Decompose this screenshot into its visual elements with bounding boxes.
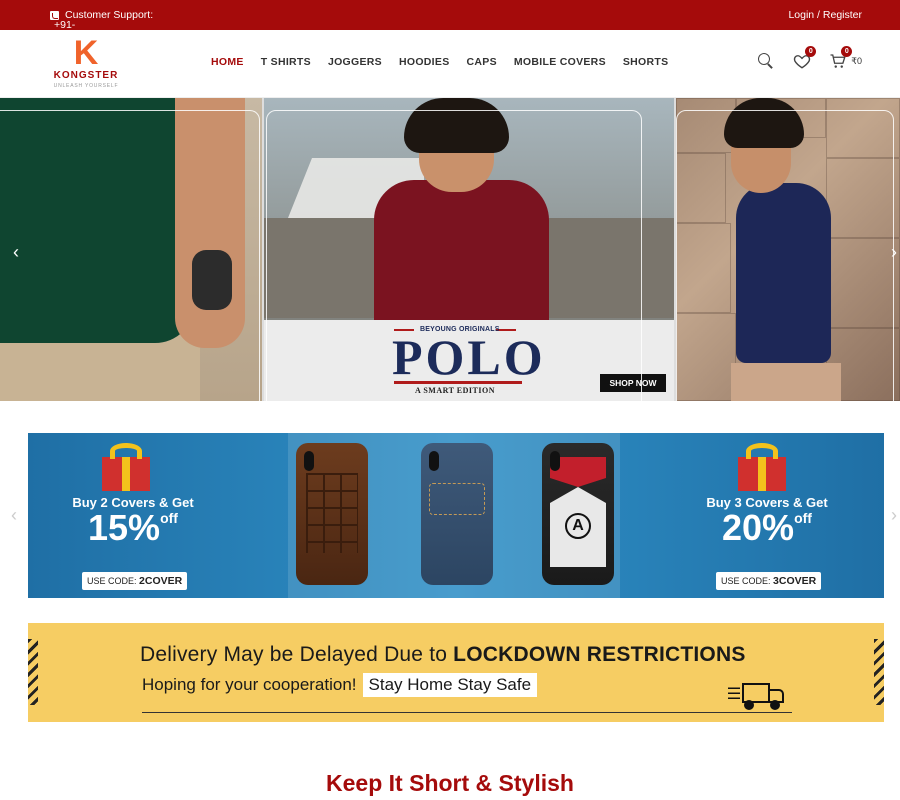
coupon-code: 2COVER <box>139 575 183 587</box>
hero-prev-arrow[interactable]: ‹ <box>8 240 24 264</box>
mobile-covers-offer-banner[interactable]: Buy 2 Covers & Get 15%off USE CODE: 2COV… <box>28 433 884 598</box>
offer-left-code: USE CODE: 2COVER <box>82 572 188 590</box>
delivery-headline: Delivery May be Delayed Due to LOCKDOWN … <box>140 643 746 667</box>
nav-item-mobile-covers[interactable]: MOBILE COVERS <box>514 56 606 68</box>
nav-item-caps[interactable]: CAPS <box>467 56 497 68</box>
offer-left-percent: 15% <box>88 507 161 548</box>
hero-image-green-shirt <box>0 98 262 401</box>
shop-now-button[interactable]: SHOP NOW <box>600 374 666 392</box>
login-register-link[interactable]: Login / Register <box>788 9 862 21</box>
covers-prev-arrow[interactable]: ‹ <box>6 503 22 527</box>
hero-next-arrow[interactable]: › <box>886 240 900 264</box>
top-bar: Customer Support: +91- 9876543210 Login … <box>0 0 900 43</box>
hazard-stripes <box>28 639 38 705</box>
wishlist-icon[interactable]: 0 <box>793 46 817 70</box>
wishlist-count-badge: 0 <box>805 46 817 57</box>
customer-support: Customer Support: +91- 9876543210 <box>50 9 153 43</box>
brand-logo[interactable]: K KONGSTER UNLEASH YOURSELF <box>50 36 122 92</box>
coupon-code: 3COVER <box>773 575 817 587</box>
hero-image-navy-shirt <box>676 98 900 401</box>
delivery-headline-bold: LOCKDOWN RESTRICTIONS <box>453 643 746 666</box>
hazard-stripes <box>874 639 884 705</box>
gift-box-icon <box>98 443 154 491</box>
code-label: USE CODE: <box>87 576 137 586</box>
offer-left: Buy 2 Covers & Get 15%off <box>58 495 208 546</box>
main-nav: HOME T SHIRTS JOGGERS HOODIES CAPS MOBIL… <box>211 56 668 68</box>
delivery-truck-icon <box>728 679 790 713</box>
covers-next-arrow[interactable]: › <box>886 503 900 527</box>
site-header: K KONGSTER UNLEASH YOURSELF HOME T SHIRT… <box>0 30 900 98</box>
brand-tagline: UNLEASH YOURSELF <box>53 83 119 89</box>
nav-item-joggers[interactable]: JOGGERS <box>328 56 382 68</box>
delivery-notice-banner: Delivery May be Delayed Due to LOCKDOWN … <box>28 623 884 722</box>
phone-cover-chocolate <box>296 443 368 585</box>
delivery-headline-start: Delivery May be Delayed Due to <box>140 643 454 666</box>
phone-cover-avengers: A <box>542 443 614 585</box>
nav-item-shorts[interactable]: SHORTS <box>623 56 669 68</box>
offer-right: Buy 3 Covers & Get 20%off <box>692 495 842 546</box>
offer-left-off: off <box>160 510 178 526</box>
nav-item-t-shirts[interactable]: T SHIRTS <box>261 56 311 68</box>
phone-cover-denim <box>421 443 493 585</box>
brand-name: KONGSTER <box>53 70 119 81</box>
logo-letter: K <box>73 34 99 72</box>
gift-box-icon <box>734 443 790 491</box>
search-icon[interactable] <box>757 52 775 70</box>
offer-right-percent: 20% <box>722 507 795 548</box>
hero-subline: A SMART EDITION <box>415 386 495 395</box>
header-actions: 0 0 ₹0 <box>757 46 862 70</box>
delivery-subline: Hoping for your cooperation! Stay Home S… <box>142 673 538 697</box>
cart-total[interactable]: ₹0 <box>851 56 862 67</box>
offer-right-off: off <box>794 510 812 526</box>
stay-home-highlight: Stay Home Stay Safe <box>362 673 538 697</box>
hero-slider[interactable]: BEYOUNG ORIGINALS POLO A SMART EDITION S… <box>0 98 900 401</box>
nav-item-home[interactable]: HOME <box>211 56 244 68</box>
hero-headline: POLO <box>392 329 546 385</box>
nav-item-hoodies[interactable]: HOODIES <box>399 56 450 68</box>
section-title: Keep It Short & Stylish <box>326 770 574 796</box>
code-label: USE CODE: <box>721 576 771 586</box>
hero-image-polo: BEYOUNG ORIGINALS POLO A SMART EDITION S… <box>264 98 674 401</box>
delivery-sub-text: Hoping for your cooperation! <box>142 675 357 694</box>
offer-right-code: USE CODE: 3COVER <box>716 572 822 590</box>
cart-icon[interactable]: 0 <box>829 46 853 70</box>
